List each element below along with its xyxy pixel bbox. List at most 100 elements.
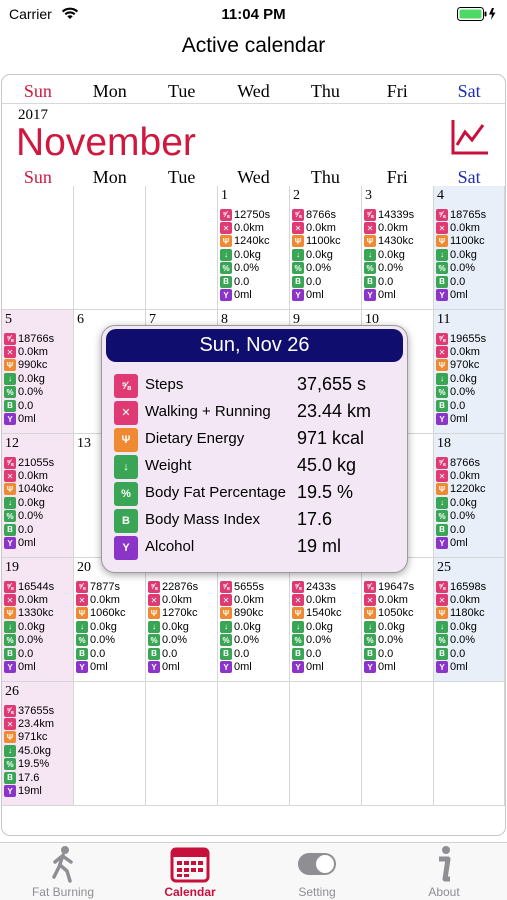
metric-value: 0.0% <box>306 262 332 275</box>
metric-row: Ψ 970kc <box>436 359 486 372</box>
metric-value: 0.0 <box>18 523 34 536</box>
metric-value: 0.0% <box>18 386 44 399</box>
metric-row: Y 0ml <box>436 288 486 302</box>
metric-row: ✕ 0.0km <box>148 593 198 607</box>
body-fat-icon: % <box>364 634 376 647</box>
metric-value: 0.0kg <box>90 620 117 633</box>
calendar-day-cell[interactable]: 25 ⅝ 16598s ✕ 0.0km Ψ 1180kc ↓ 0.0kg% 0.0% B 0.0 Y 0m… <box>434 558 505 682</box>
metric-row: Y 0ml <box>436 412 486 426</box>
alcohol-icon: Y <box>436 289 448 302</box>
metric-value: 0.0kg <box>450 496 477 509</box>
metric-row: Y 0ml <box>292 288 341 302</box>
calendar-day-cell[interactable]: 2 ⅝ 8766s ✕ 0.0km Ψ 1100kc ↓ 0.0kg% 0.0% B 0.0 Y 0ml <box>290 186 362 310</box>
calendar-day-cell[interactable]: 19 ⅝ 16544s ✕ 0.0km Ψ 1330kc ↓ 0.0kg% 0.0% B 0.0 Y 0m… <box>2 558 74 682</box>
metric-row: ⅝ 37655s <box>4 704 54 717</box>
dietary-energy-icon: Ψ <box>292 235 304 248</box>
popup-metric-row: Ψ Dietary Energy 971 kcal <box>114 426 404 453</box>
metric-row: ⅝ 16544s <box>4 580 54 593</box>
metric-value: 0.0% <box>234 262 260 275</box>
calendar-day-cell[interactable]: 5 ⅝ 18766s ✕ 0.0km Ψ 990kc ↓ 0.0kg% 0.0% B 0.0 Y 0ml <box>2 310 74 434</box>
metric-value: 0.0 <box>162 647 178 660</box>
calendar-day-cell[interactable]: 18 ⅝ 8766s ✕ 0.0km Ψ 1220kc ↓ 0.0kg% 0.0% B 0.0 Y 0ml <box>434 434 505 558</box>
calendar-empty-cell <box>362 682 434 806</box>
walking-running-icon: ✕ <box>436 346 448 359</box>
metric-value: 19655s <box>450 332 487 345</box>
metric-value: 0ml <box>450 289 468 302</box>
weight-icon: ↓ <box>220 248 232 261</box>
runner-icon <box>43 845 83 883</box>
metric-row: ↓ 0.0kg <box>4 620 54 633</box>
metric-value: 0ml <box>450 413 468 426</box>
tab-setting[interactable]: Setting <box>254 843 380 900</box>
metric-value: 970kc <box>450 359 480 372</box>
popup-title: Sun, Nov 26 <box>106 329 403 362</box>
metric-value: 0.0 <box>234 275 250 288</box>
metric-row: Ψ 1100kc <box>292 235 341 248</box>
day-metrics: ⅝ 22876s ✕ 0.0km Ψ 1270kc ↓ 0.0kg% 0.0% B 0.0 Y 0ml <box>148 580 198 674</box>
tab-about[interactable]: About <box>381 843 507 900</box>
calendar-empty-cell <box>290 682 362 806</box>
weight-icon: ↓ <box>4 620 16 633</box>
day-detail-popup[interactable]: Sun, Nov 26 ⅝ Steps 37,655 s ✕ Walking + Run… <box>101 325 408 573</box>
metric-row: Ψ 1100kc <box>436 235 486 248</box>
metric-value: 0.0kg <box>306 620 333 633</box>
calendar-day-cell[interactable]: ⅝ 22876s ✕ 0.0km Ψ 1270kc ↓ 0.0kg% 0.0% B 0.0 Y 0ml <box>146 558 218 682</box>
bmi-icon: B <box>76 647 88 660</box>
dietary-energy-icon: Ψ <box>4 607 16 620</box>
alcohol-icon: Y <box>220 661 232 674</box>
chart-icon[interactable] <box>449 117 491 157</box>
metric-value: 22876s <box>162 580 199 593</box>
bmi-icon: B <box>220 275 232 288</box>
metric-value: 45.0kg <box>18 744 52 757</box>
calendar-day-cell[interactable]: 26 ⅝ 37655s ✕ 23.4km Ψ 971kc ↓ 45.0kg% 19.5% B 17.6… <box>2 682 74 806</box>
popup-metric-row: Y Alcohol 19 ml <box>114 534 404 561</box>
walking-running-icon: ✕ <box>436 470 448 483</box>
bmi-icon: B <box>148 647 160 660</box>
metric-row: ⅝ 18765s <box>436 208 486 221</box>
metric-value: 0ml <box>18 537 36 550</box>
metric-value: 0ml <box>378 661 396 674</box>
day-number: 6 <box>77 312 84 327</box>
metric-value: 1330kc <box>18 607 54 620</box>
calendar-day-cell[interactable]: 12 ⅝ 21055s ✕ 0.0km Ψ 1040kc ↓ 0.0kg% 0.0% B 0.0 Y 0m… <box>2 434 74 558</box>
metric-row: % 0.0% <box>220 634 264 647</box>
popup-metric-value: 17.6 <box>297 509 333 529</box>
walking-running-icon: ✕ <box>4 594 16 607</box>
calendar-day-cell[interactable]: ⅝ 19647s ✕ 0.0km Ψ 1050kc ↓ 0.0kg% 0.0% B 0.0 Y 0ml <box>362 558 434 682</box>
calendar-day-cell[interactable]: 3 ⅝ 14339s ✕ 0.0km Ψ 1430kc ↓ 0.0kg% 0.0% B 0.0 Y 0ml <box>362 186 434 310</box>
alcohol-icon: Y <box>148 661 160 674</box>
body-fat-icon: % <box>4 758 16 771</box>
walking-running-icon: ✕ <box>4 346 16 359</box>
weekday-mon: Mon <box>92 81 127 101</box>
metric-value: 0.0kg <box>162 620 189 633</box>
metric-value: 0.0km <box>234 594 264 607</box>
metric-row: % 0.0% <box>292 262 341 275</box>
metric-row: B 0.0 <box>4 399 54 412</box>
metric-value: 1100kc <box>306 235 341 248</box>
metric-value: 971kc <box>18 731 48 744</box>
metric-row: Ψ 1180kc <box>436 607 486 620</box>
metric-value: 0.0% <box>18 634 44 647</box>
metric-value: 0.0km <box>450 470 480 483</box>
calendar-day-cell[interactable]: ⅝ 5655s ✕ 0.0km Ψ 890kc ↓ 0.0kg% 0.0% B 0.0 Y 0ml <box>218 558 290 682</box>
metric-row: Y 0ml <box>436 536 485 550</box>
metric-value: 7877s <box>90 580 120 593</box>
calendar-day-cell[interactable]: 1 ⅝ 12750s ✕ 0.0km Ψ 1240kc ↓ 0.0kg% 0.0% B 0.0 Y 0ml <box>218 186 290 310</box>
calendar-day-cell[interactable]: 4 ⅝ 18765s ✕ 0.0km Ψ 1100kc ↓ 0.0kg% 0.0% B 0.0 Y 0ml <box>434 186 505 310</box>
tab-fat-burning[interactable]: Fat Burning <box>0 843 126 900</box>
weekday-header: Sun Mon Tue Wed Thu Fri Sat <box>2 81 505 102</box>
weight-icon: ↓ <box>4 496 16 509</box>
metric-value: 23.4km <box>18 718 55 731</box>
metric-value: 990kc <box>18 359 48 372</box>
metric-value: 8766s <box>306 208 336 221</box>
metric-row: B 0.0 <box>436 523 485 536</box>
metric-value: 19647s <box>378 580 415 593</box>
bmi-icon: B <box>4 647 16 660</box>
status-bar: Carrier 11:04 PM <box>0 0 507 28</box>
calendar-day-cell[interactable]: 20 ⅝ 7877s ✕ 0.0km Ψ 1060kc ↓ 0.0kg% 0.0% B 0.0 Y 0ml <box>74 558 146 682</box>
calendar-day-cell[interactable]: 11 ⅝ 19655s ✕ 0.0km Ψ 970kc ↓ 0.0kg% 0.0% B 0.0 Y 0ml <box>434 310 505 434</box>
tab-calendar[interactable]: Calendar <box>127 843 253 900</box>
calendar-day-cell[interactable]: ⅝ 2433s ✕ 0.0km Ψ 1540kc ↓ 0.0kg% 0.0% B 0.0 Y 0ml <box>290 558 362 682</box>
alcohol-icon: Y <box>76 661 88 674</box>
alcohol-icon: Y <box>4 537 16 550</box>
